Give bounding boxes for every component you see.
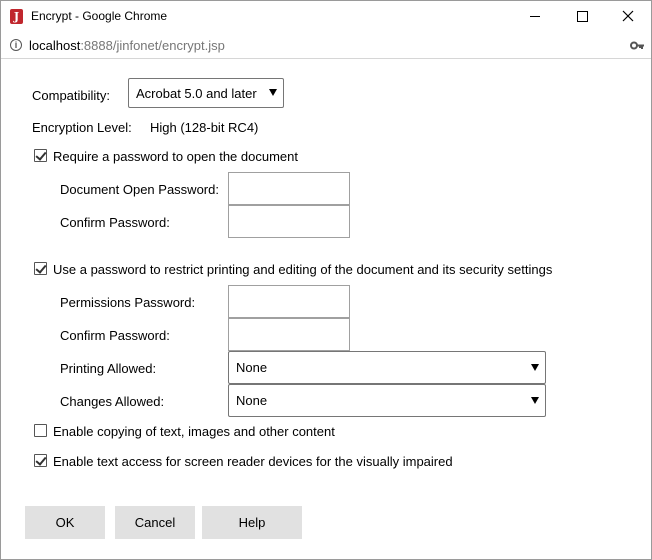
permissions-password-label: Permissions Password:	[60, 295, 196, 310]
confirm-permissions-password-label: Confirm Password:	[60, 328, 170, 343]
restrict-permissions-label: Use a password to restrict printing and …	[53, 262, 553, 277]
encrypt-dialog: Compatibility: Acrobat 5.0 and later Enc…	[1, 60, 651, 559]
enable-copying-checkbox[interactable]	[34, 424, 47, 437]
changes-allowed-select[interactable]: None	[228, 384, 546, 417]
document-open-password-label: Document Open Password:	[60, 182, 219, 197]
document-open-password-input[interactable]	[228, 172, 350, 205]
close-button[interactable]	[605, 1, 651, 32]
cancel-button[interactable]: Cancel	[115, 506, 195, 539]
restrict-permissions-checkbox[interactable]	[34, 262, 47, 275]
chevron-down-icon	[269, 89, 277, 96]
minimize-button[interactable]	[512, 1, 558, 32]
title-bar: J Encrypt - Google Chrome	[1, 1, 651, 32]
chevron-down-icon	[531, 364, 539, 371]
permissions-password-input[interactable]	[228, 285, 350, 318]
require-open-password-checkbox[interactable]	[34, 149, 47, 162]
url-path: :8888/jinfonet/encrypt.jsp	[80, 38, 225, 53]
changes-allowed-value: None	[236, 393, 268, 408]
enable-copying-label: Enable copying of text, images and other…	[53, 424, 335, 439]
info-icon[interactable]: i	[10, 39, 22, 51]
printing-allowed-select[interactable]: None	[228, 351, 546, 384]
key-icon[interactable]	[630, 41, 645, 50]
maximize-button[interactable]	[559, 1, 605, 32]
url-host: localhost	[29, 38, 81, 53]
confirm-open-password-input[interactable]	[228, 205, 350, 238]
printing-allowed-label: Printing Allowed:	[60, 361, 157, 376]
window-title: Encrypt - Google Chrome	[31, 9, 168, 23]
close-icon	[622, 10, 634, 22]
ok-button[interactable]: OK	[25, 506, 105, 539]
compatibility-select[interactable]: Acrobat 5.0 and later	[128, 78, 284, 108]
enable-screen-reader-checkbox[interactable]	[34, 454, 47, 467]
require-open-password-label: Require a password to open the document	[53, 149, 298, 164]
compatibility-value: Acrobat 5.0 and later	[136, 86, 257, 101]
address-bar[interactable]: i localhost:8888/jinfonet/encrypt.jsp	[1, 32, 651, 59]
confirm-permissions-password-input[interactable]	[228, 318, 350, 351]
browser-window: J Encrypt - Google Chrome i localhost:88…	[0, 0, 652, 560]
help-button[interactable]: Help	[202, 506, 302, 539]
encryption-level-value: High (128-bit RC4)	[150, 120, 259, 135]
jinfonet-app-icon: J	[10, 9, 23, 24]
enable-screen-reader-label: Enable text access for screen reader dev…	[53, 454, 453, 469]
confirm-open-password-label: Confirm Password:	[60, 215, 170, 230]
encryption-level-label: Encryption Level:	[32, 120, 132, 135]
chevron-down-icon	[531, 397, 539, 404]
changes-allowed-label: Changes Allowed:	[60, 394, 165, 409]
compatibility-label: Compatibility:	[32, 88, 111, 103]
url-text[interactable]: localhost:8888/jinfonet/encrypt.jsp	[29, 38, 225, 53]
printing-allowed-value: None	[236, 360, 268, 375]
